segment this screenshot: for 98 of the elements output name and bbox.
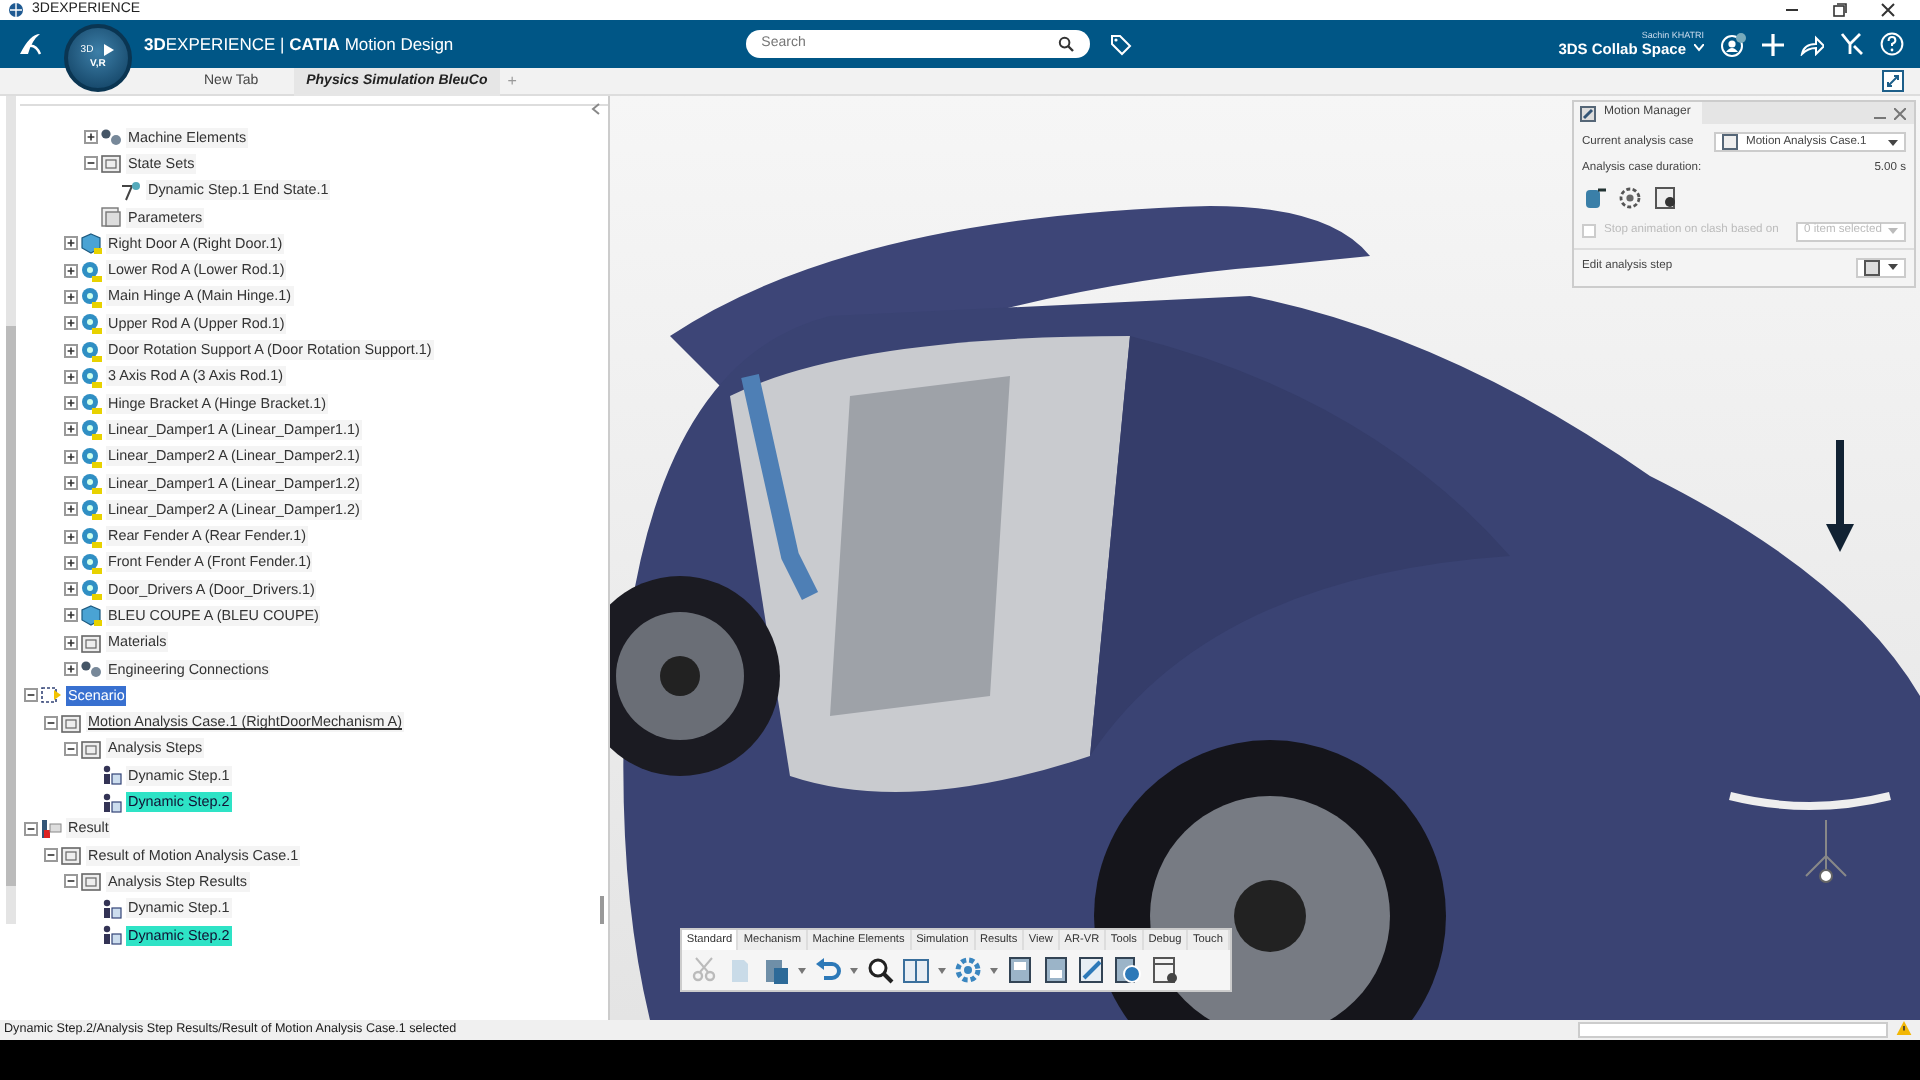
warning-icon[interactable] bbox=[1896, 1020, 1912, 1036]
linkage-icon bbox=[100, 126, 122, 149]
collapse-toggle-icon[interactable] bbox=[43, 715, 57, 730]
collapse-icon[interactable] bbox=[590, 102, 602, 116]
gear-icon bbox=[80, 551, 102, 574]
expand-toggle-icon[interactable] bbox=[63, 502, 77, 517]
caret-icon bbox=[1888, 264, 1898, 271]
expand-toggle-icon[interactable] bbox=[63, 289, 77, 304]
command-input[interactable] bbox=[1578, 1022, 1888, 1038]
ds-logo-icon[interactable] bbox=[16, 30, 44, 58]
zoom-icon[interactable] bbox=[866, 956, 894, 984]
edit-step-dropdown[interactable] bbox=[1856, 257, 1906, 278]
close-icon[interactable] bbox=[1880, 2, 1896, 18]
down-arrow-icon bbox=[1826, 440, 1854, 556]
help-icon[interactable] bbox=[1880, 32, 1904, 56]
expand-toggle-icon[interactable] bbox=[63, 396, 77, 411]
gear-icon bbox=[80, 392, 102, 415]
expand-toggle-icon[interactable] bbox=[63, 449, 77, 464]
assembly-icon[interactable] bbox=[1006, 956, 1034, 984]
fullscreen-icon[interactable] bbox=[1882, 70, 1904, 92]
gear-icon bbox=[80, 339, 102, 362]
expand-toggle-icon[interactable] bbox=[63, 236, 77, 251]
step-icon bbox=[1864, 259, 1880, 276]
expand-toggle-icon[interactable] bbox=[63, 635, 77, 650]
figure-icon bbox=[100, 764, 122, 787]
folder-icon bbox=[80, 870, 102, 893]
tag-icon[interactable] bbox=[1109, 33, 1132, 55]
expand-toggle-icon[interactable] bbox=[63, 369, 77, 384]
expand-toggle-icon[interactable] bbox=[63, 263, 77, 278]
gear-icon bbox=[80, 312, 102, 335]
app-title: 3DEXPERIENCE | CATIA Motion Design bbox=[144, 31, 454, 57]
collapse-toggle-icon[interactable] bbox=[63, 874, 77, 889]
cube-icon bbox=[80, 604, 102, 627]
caret-icon[interactable] bbox=[990, 967, 998, 973]
search-icon[interactable] bbox=[1057, 36, 1074, 52]
cube-icon bbox=[80, 232, 102, 255]
play-mechanism-button[interactable] bbox=[1582, 185, 1610, 214]
expand-toggle-icon[interactable] bbox=[63, 555, 77, 570]
collapse-toggle-icon[interactable] bbox=[23, 688, 37, 703]
parameters-icon bbox=[100, 206, 122, 229]
caret-icon[interactable] bbox=[798, 967, 806, 973]
gear-icon bbox=[80, 445, 102, 468]
gear-icon bbox=[80, 418, 102, 441]
caret-icon[interactable] bbox=[938, 967, 946, 973]
tools-icon[interactable] bbox=[1840, 32, 1864, 56]
share-icon[interactable] bbox=[1800, 33, 1824, 55]
folder-icon bbox=[80, 631, 102, 654]
scrollbar-thumb[interactable] bbox=[6, 326, 16, 886]
expand-toggle-icon[interactable] bbox=[63, 662, 77, 677]
assembly-icon[interactable] bbox=[1042, 956, 1070, 984]
caret-icon[interactable] bbox=[850, 967, 858, 973]
play-icon[interactable] bbox=[101, 42, 116, 59]
expand-toggle-icon[interactable] bbox=[63, 529, 77, 544]
folder-icon bbox=[80, 737, 102, 760]
plus-icon[interactable] bbox=[1762, 33, 1784, 55]
folder-icon bbox=[60, 711, 82, 734]
collapse-toggle-icon[interactable] bbox=[23, 821, 37, 836]
linkage-icon bbox=[80, 658, 102, 681]
gear-icon bbox=[80, 285, 102, 308]
mechanism-icon bbox=[1580, 105, 1596, 121]
state-icon bbox=[120, 179, 142, 202]
gear-icon bbox=[80, 578, 102, 601]
gear-icon bbox=[80, 365, 102, 388]
figure-icon bbox=[100, 897, 122, 920]
figure-icon bbox=[100, 791, 122, 814]
expand-toggle-icon[interactable] bbox=[63, 476, 77, 490]
player-icon[interactable] bbox=[1150, 956, 1178, 984]
gear-icon bbox=[80, 472, 102, 494]
expand-toggle-icon[interactable] bbox=[63, 343, 77, 358]
undo-icon[interactable] bbox=[814, 956, 842, 984]
book-icon[interactable] bbox=[902, 956, 930, 984]
folder-icon bbox=[100, 152, 122, 175]
user-avatar-icon[interactable] bbox=[1720, 31, 1746, 57]
expand-toggle-icon[interactable] bbox=[63, 422, 77, 437]
figure-icon bbox=[100, 924, 122, 947]
gear-icon[interactable] bbox=[954, 956, 982, 984]
paste-icon[interactable] bbox=[762, 956, 790, 984]
gear-icon bbox=[80, 498, 102, 521]
folder-icon bbox=[60, 844, 82, 867]
simulation-icon[interactable] bbox=[1114, 956, 1142, 984]
caret-icon bbox=[1694, 44, 1704, 53]
expand-toggle-icon[interactable] bbox=[63, 582, 77, 597]
gear-icon bbox=[80, 259, 102, 282]
restore-icon[interactable] bbox=[1832, 2, 1848, 18]
caret-icon bbox=[1888, 139, 1898, 145]
caret-icon bbox=[1888, 228, 1898, 235]
expand-toggle-icon[interactable] bbox=[63, 608, 77, 623]
scenario-icon bbox=[40, 684, 62, 707]
collapse-toggle-icon[interactable] bbox=[63, 741, 77, 756]
expand-toggle-icon[interactable] bbox=[83, 130, 97, 145]
case-icon bbox=[1722, 134, 1738, 150]
result-icon bbox=[40, 817, 62, 840]
expand-toggle-icon[interactable] bbox=[63, 316, 77, 331]
settings-button[interactable] bbox=[1618, 185, 1646, 214]
collapse-toggle-icon[interactable] bbox=[43, 848, 57, 863]
collapse-toggle-icon[interactable] bbox=[83, 156, 97, 171]
gear-icon bbox=[80, 525, 102, 548]
sketch-icon[interactable] bbox=[1078, 956, 1106, 984]
